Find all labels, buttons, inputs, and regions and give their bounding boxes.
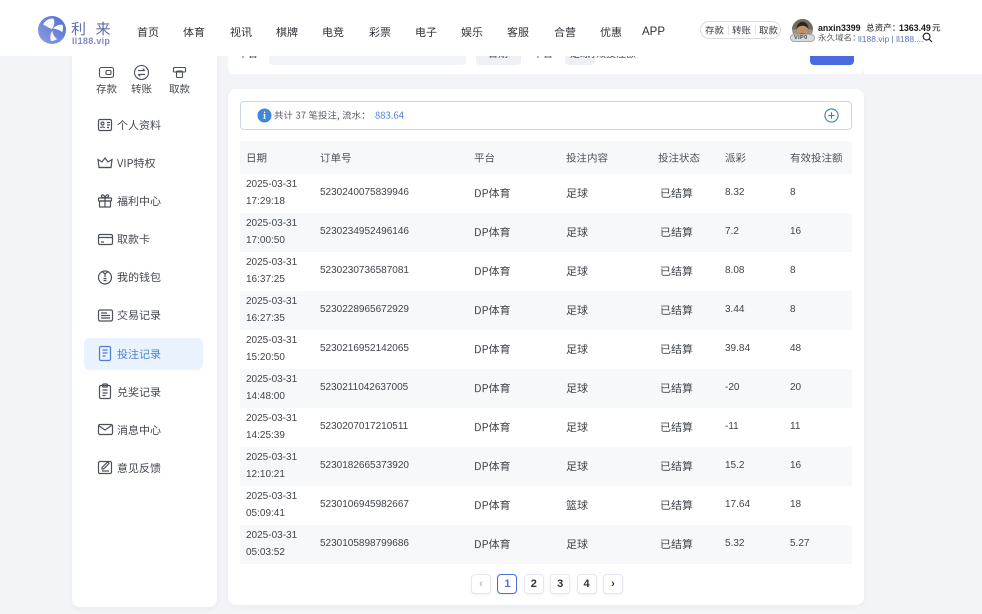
svg-text:i: i	[263, 111, 266, 122]
